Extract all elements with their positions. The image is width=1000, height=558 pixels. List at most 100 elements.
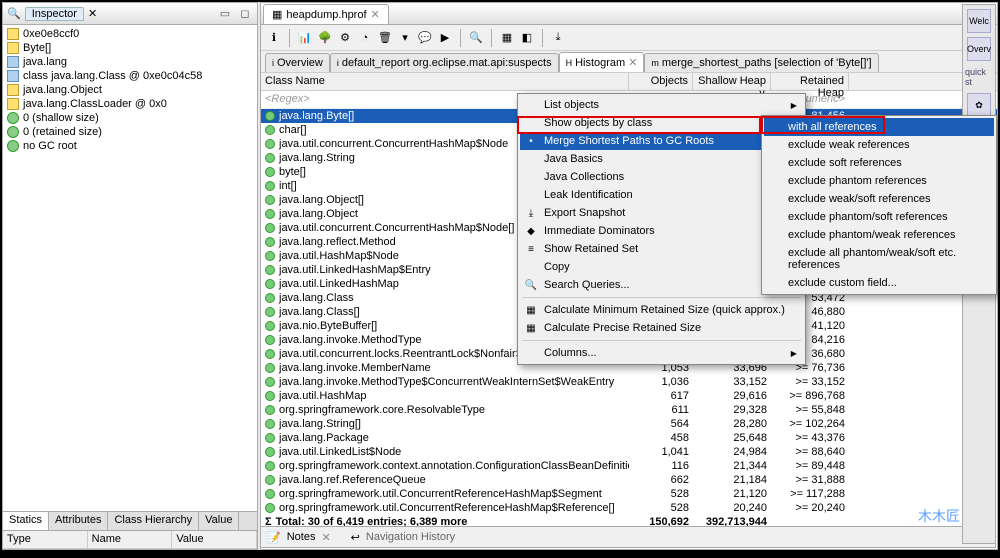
class-icon [265,125,275,135]
table-row[interactable]: java.util.LinkedList$Node1,04124,984>= 8… [261,445,997,459]
table-row[interactable]: org.springframework.core.ResolvableType6… [261,403,997,417]
watermark: 木木匠 [918,506,960,526]
export-icon[interactable]: ⤓ [549,29,567,47]
menu-item[interactable]: exclude phantom references [764,172,994,190]
table-row[interactable]: java.lang.Package45825,648>= 43,376 [261,431,997,445]
close-icon[interactable]: ✕ [371,8,380,21]
close-icon[interactable]: ✕ [321,531,330,544]
menu-item[interactable]: with all references [764,118,994,136]
item-icon [7,140,19,152]
menu-item[interactable]: Columns... [520,344,803,362]
trash-icon[interactable]: 🗑 [376,29,394,47]
table-header: Class Name Objects Shallow Heap ∨ Retain… [261,73,997,91]
histogram-icon[interactable]: 📊 [296,29,314,47]
threads-icon[interactable]: ⚙ [336,29,354,47]
chart-icon[interactable]: ◔ [356,29,374,47]
col-retained[interactable]: Retained Heap [771,73,849,90]
inspector-title[interactable]: Inspector [25,7,84,21]
tree-item[interactable]: class java.lang.Class @ 0xe0c04c58 [5,69,255,83]
tree-item[interactable]: java.lang [5,55,255,69]
tab-value[interactable]: Value [199,512,239,530]
grid-icon[interactable]: ▦ [498,29,516,47]
table-row[interactable]: java.lang.String[]56428,280>= 102,264 [261,417,997,431]
class-icon [265,461,275,471]
table-row[interactable]: org.springframework.util.ConcurrentRefer… [261,487,997,501]
cell: 33,152 [693,376,771,388]
class-name: java.util.LinkedHashMap$Entry [279,264,431,276]
close-icon[interactable]: ✕ [88,7,97,20]
class-name: java.util.concurrent.ConcurrentHashMap$N… [279,222,514,234]
class-icon [265,321,275,331]
item-label: 0 (shallow size) [23,112,99,124]
table-row[interactable]: java.lang.invoke.MethodType$ConcurrentWe… [261,375,997,389]
menu-label: Calculate Precise Retained Size [544,322,701,334]
class-name: java.lang.invoke.MethodType [279,334,421,346]
table-row[interactable]: org.springframework.context.annotation.C… [261,459,997,473]
table-row[interactable]: org.springframework.util.ConcurrentRefer… [261,501,997,515]
tree-item[interactable]: Byte[] [5,41,255,55]
table-row[interactable]: java.util.HashMap61729,616>= 896,768 [261,389,997,403]
col-objects[interactable]: Objects [629,73,693,90]
cell: >= 20,240 [771,502,849,514]
cell: 564 [629,418,693,430]
editor-tab[interactable]: ▦ heapdump.hprof ✕ [263,4,389,24]
run-icon[interactable]: ▶ [436,29,454,47]
sub-tab[interactable]: idefault_report org.eclipse.mat.api:susp… [330,53,559,72]
menu-item[interactable]: ▦Calculate Precise Retained Size [520,319,803,337]
item-icon [7,42,19,54]
close-icon[interactable]: ✕ [628,56,637,69]
menu-item[interactable]: exclude soft references [764,154,994,172]
sub-tab[interactable]: HHistogram✕ [559,52,645,72]
tree-item[interactable]: no GC root [5,139,255,153]
menu-item[interactable]: ▦Calculate Minimum Retained Size (quick … [520,301,803,319]
msg-icon[interactable]: 💬 [416,29,434,47]
tab-class hierarchy[interactable]: Class Hierarchy [108,512,199,530]
class-name: java.nio.ByteBuffer[] [279,320,377,332]
tree-item[interactable]: 0 (retained size) [5,125,255,139]
tab-statics[interactable]: Statics [3,512,49,530]
sub-tab[interactable]: iOverview [265,53,330,72]
class-name: java.util.LinkedList$Node [279,446,401,458]
maximize-icon[interactable]: ◻ [237,6,253,22]
tree-icon[interactable]: 🌳 [316,29,334,47]
col-hdr[interactable]: Type [3,531,88,548]
menu-label: Columns... [544,347,597,359]
sub-tab[interactable]: mmerge_shortest_paths [selection of 'Byt… [644,53,878,72]
menu-item[interactable]: exclude weak references [764,136,994,154]
col-hdr[interactable]: Name [88,531,173,548]
tree-item[interactable]: 0xe0e8ccf0 [5,27,255,41]
tab-attributes[interactable]: Attributes [49,512,108,530]
menu-item[interactable]: List objects [520,96,803,114]
wizard-icon[interactable]: ▾ [396,29,414,47]
welcome-icon[interactable]: Welc [967,9,991,33]
overview-shortcut[interactable]: Overv [967,37,991,61]
help-icon[interactable]: ✿ [967,93,991,117]
tab-notes[interactable]: Notes [287,531,316,543]
minimize-icon[interactable]: ▭ [217,6,233,22]
tab-label: Histogram [575,57,625,69]
tree-item[interactable]: java.lang.Object [5,83,255,97]
tab-nav-history[interactable]: Navigation History [366,531,455,543]
inspector-sub-tabs: StaticsAttributesClass HierarchyValue [3,511,257,531]
submenu[interactable]: with all referencesexclude weak referenc… [761,115,997,295]
overview-icon[interactable]: ℹ [265,29,283,47]
class-name: java.lang.String [279,152,355,164]
search-icon[interactable]: 🔍 [467,29,485,47]
menu-item[interactable]: exclude phantom/soft references [764,208,994,226]
table-row[interactable]: java.lang.ref.ReferenceQueue66221,184>= … [261,473,997,487]
tree-item[interactable]: java.lang.ClassLoader @ 0x0 [5,97,255,111]
class-name: java.lang.Object [279,208,358,220]
menu-item[interactable]: exclude weak/soft references [764,190,994,208]
nav-icon[interactable]: ◧ [518,29,536,47]
menu-item[interactable]: exclude custom field... [764,274,994,292]
menu-item[interactable]: exclude phantom/weak references [764,226,994,244]
inspector-pane: 🔍 Inspector ✕ ▭ ◻ 0xe0e8ccf0Byte[]java.l… [2,2,258,550]
cell: 1,036 [629,376,693,388]
tree-item[interactable]: 0 (shallow size) [5,111,255,125]
menu-item[interactable]: exclude all phantom/weak/soft etc. refer… [764,244,994,274]
col-hdr[interactable]: Value [172,531,257,548]
class-icon [265,433,275,443]
class-icon [265,223,275,233]
col-shallow[interactable]: Shallow Heap ∨ [693,73,771,90]
col-classname[interactable]: Class Name [261,73,629,90]
